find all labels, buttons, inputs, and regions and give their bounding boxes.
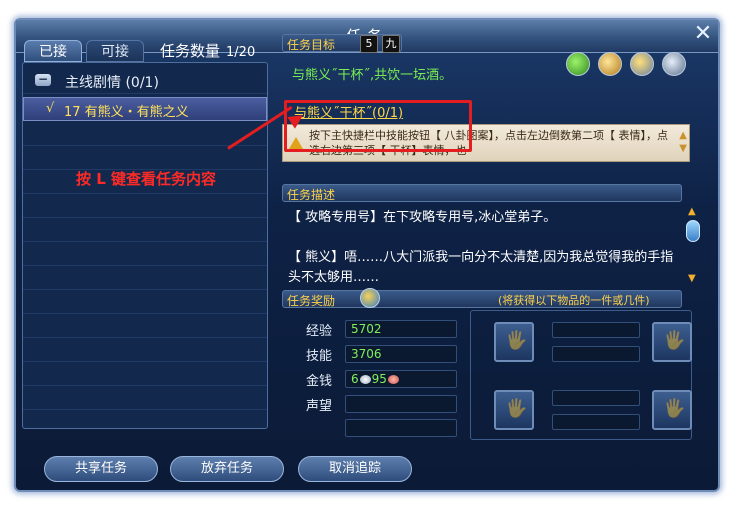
highlight-box (284, 100, 472, 152)
exp-value: 5702 (345, 320, 457, 338)
abandon-quest-button[interactable]: 放弃任务 (170, 456, 284, 482)
hint-scroll-arrows-icon[interactable]: ▲ ▼ (679, 129, 687, 155)
list-item (23, 337, 267, 362)
list-item (23, 265, 267, 290)
scroll-up-icon[interactable]: ▲ (688, 206, 696, 217)
list-item (23, 313, 267, 338)
reward-note: (将获得以下物品的一件或几件) (498, 294, 650, 307)
task-count-value: 1/20 (226, 45, 256, 60)
task-count-label: 任务数量 (160, 42, 221, 60)
reward-item-slot[interactable] (652, 322, 692, 362)
description-scrollbar[interactable]: ▲ ▼ (686, 206, 700, 284)
exp-label: 经验 (306, 324, 333, 339)
list-item (23, 241, 267, 266)
reward-icon[interactable] (360, 288, 380, 308)
silver-coin-icon (359, 375, 371, 384)
reputation-label: 声望 (306, 399, 333, 414)
task-list: − 主线剧情 (0/1) √ 17 有熊义・有熊之义 (22, 62, 268, 429)
description-header-label: 任务描述 (287, 188, 336, 202)
description-area: 【 攻略专用号】在下攻略专用号,冰心堂弟子。 【 熊义】唔……八大门派我一向分不… (282, 204, 682, 286)
reward-item-bar (552, 390, 640, 406)
category-main-story[interactable]: − 主线剧情 (0/1) (23, 69, 267, 94)
collapse-icon[interactable]: − (35, 73, 51, 86)
list-item (23, 193, 267, 218)
list-item (23, 385, 267, 410)
reward-item-bar (552, 322, 640, 338)
skill-label: 技能 (306, 349, 333, 364)
description-line (288, 228, 678, 248)
tab-accepted[interactable]: 已接 (24, 40, 82, 62)
reputation-value-2 (345, 419, 457, 437)
reward-item-bar (552, 414, 640, 430)
scroll-thumb[interactable] (686, 220, 700, 242)
list-item (23, 121, 267, 146)
close-icon[interactable]: ✕ (692, 23, 714, 46)
description-header: 任务描述 (282, 184, 682, 202)
list-item-selected-quest[interactable]: √ 17 有熊义・有熊之义 (23, 97, 267, 121)
money-value: 6 95 (345, 370, 457, 388)
scroll-down-icon[interactable]: ▼ (688, 273, 696, 284)
cancel-tracking-button[interactable]: 取消追踪 (298, 456, 412, 482)
reward-item-slot[interactable] (494, 390, 534, 430)
reward-item-bar (552, 346, 640, 362)
list-item (23, 145, 267, 170)
money-label: 金钱 (306, 374, 333, 389)
level-badge: 九 (382, 35, 400, 53)
list-item (23, 217, 267, 242)
goal-header-label: 任务目标 (287, 38, 336, 52)
tab-available[interactable]: 可接 (86, 40, 144, 62)
task-count: 任务数量 1/20 (160, 40, 255, 61)
list-item (23, 361, 267, 386)
reputation-value (345, 395, 457, 413)
tracked-check-icon: √ (46, 101, 55, 116)
description-text: 【 攻略专用号】在下攻略专用号,冰心堂弟子。 【 熊义】唔……八大门派我一向分不… (288, 208, 678, 286)
skill-value: 3706 (345, 345, 457, 363)
description-line: 【 熊义】唔……八大门派我一向分不太清楚,因为我总觉得我的手指头不太够用…… (288, 250, 674, 285)
copper-amount: 95 (371, 372, 387, 386)
description-line: 【 攻略专用号】在下攻略专用号,冰心堂弟子。 (288, 210, 557, 225)
reward-item-slot[interactable] (494, 322, 534, 362)
goal-summary: 与熊义˝干杯˝,共饮一坛酒。 (292, 68, 453, 83)
reward-item-slot[interactable] (652, 390, 692, 430)
list-item (23, 289, 267, 314)
category-label: 主线剧情 (0/1) (65, 75, 159, 91)
annotation-text: 按 L 键查看任务内容 (76, 170, 217, 188)
silver-amount: 6 (351, 372, 359, 386)
quest-name: 17 有熊义・有熊之义 (64, 105, 189, 120)
difficulty-badge: 5 (360, 35, 378, 53)
share-quest-button[interactable]: 共享任务 (44, 456, 158, 482)
reward-header-label: 任务奖励 (287, 294, 336, 308)
copper-coin-icon (387, 375, 399, 384)
